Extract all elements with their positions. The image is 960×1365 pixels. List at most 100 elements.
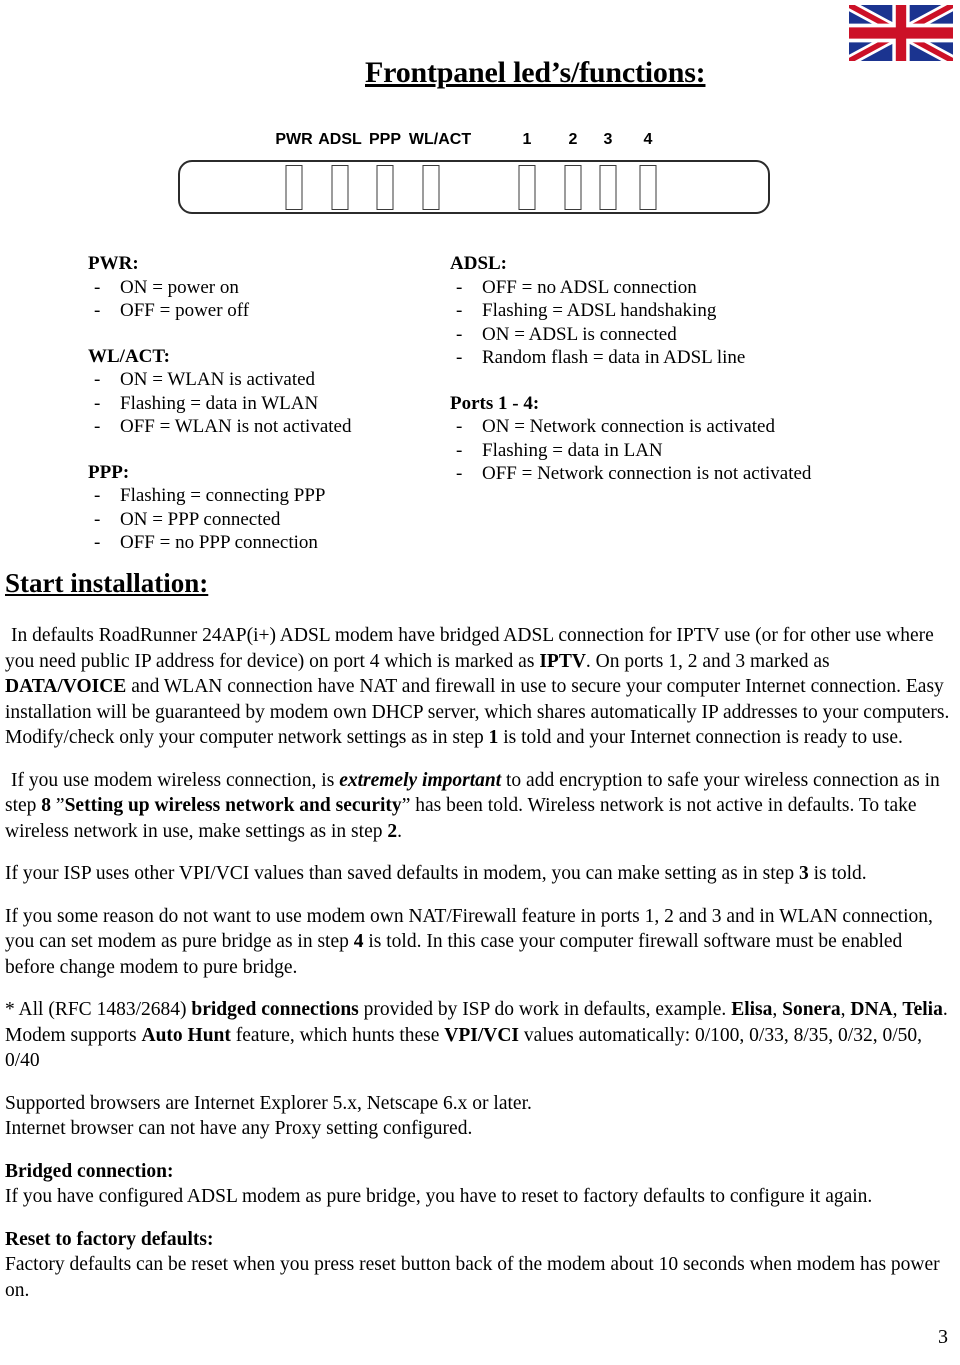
legend-item: - OFF = power off <box>88 299 428 323</box>
bullet-dash-icon: - <box>94 485 101 506</box>
text-bridged-connection: If you have configured ADSL modem as pur… <box>5 1186 873 1207</box>
led-label-1: 1 <box>522 131 532 148</box>
legend-heading-wl-act: WL/ACT: <box>88 345 170 367</box>
p3-bold-step3: 3 <box>798 863 809 884</box>
heading-reset-factory-defaults: Reset to factory defaults: <box>5 1228 214 1250</box>
legend-item: - ON = power on <box>88 276 428 300</box>
p2-bolditalic-extremely-important: extremely important <box>339 769 502 791</box>
legend-heading-pwr: PWR: <box>88 253 139 274</box>
legend-item-label: OFF = WLAN is not activated <box>120 416 352 437</box>
p1-bold-datavoice: DATA/VOICE <box>5 676 127 697</box>
led-label-wl-act: WL/ACT <box>408 131 472 148</box>
paragraph-defaults: In defaults RoadRunner 24AP(i+) ADSL mod… <box>5 623 955 751</box>
p5-bold-bridged-connections: bridged connections <box>191 999 359 1020</box>
p5-part2: provided by ISP do work in defaults, exa… <box>358 999 732 1020</box>
led-label-ppp: PPP <box>368 131 402 148</box>
p5-bold-telia: Telia <box>902 999 943 1020</box>
bullet-dash-icon: - <box>94 392 101 414</box>
bullet-dash-icon: - <box>456 300 463 321</box>
legend-item-label: OFF = Network connection is not activate… <box>482 463 812 484</box>
p2-part3: ” <box>51 795 65 816</box>
legend-item-label: ON = ADSL is connected <box>482 323 677 345</box>
p1-part2: . On ports 1, 2 and 3 marked as <box>585 650 830 672</box>
bullet-dash-icon: - <box>94 508 101 530</box>
legend-item-label: ON = WLAN is activated <box>120 369 316 390</box>
led-legend-left-column: PWR: - ON = power on - OFF = power off WL/ACT… <box>88 252 428 555</box>
legend-item: - ON = PPP connected <box>88 508 428 532</box>
led-legend-right-column: ADSL: - OFF = no ADSL connection - Flashing … <box>450 252 880 486</box>
legend-item-label: ON = Network connection is activated <box>482 416 775 437</box>
legend-item-label: OFF = power off <box>120 300 250 321</box>
legend-item: - OFF = WLAN is not activated <box>88 415 428 439</box>
legend-item: - OFF = Network connection is not activat… <box>450 462 880 486</box>
legend-item-label: Flashing = data in WLAN <box>120 392 319 414</box>
legend-item-label: OFF = no PPP connection <box>120 532 318 553</box>
p5-part4: , <box>840 999 851 1020</box>
bullet-dash-icon: - <box>94 300 101 321</box>
legend-item: - OFF = no ADSL connection <box>450 276 880 300</box>
led-ppp <box>376 165 394 210</box>
paragraph-rfc-bridged: * All (RFC 1483/2684) bridged connection… <box>5 997 955 1074</box>
led-label-adsl: ADSL <box>318 131 362 148</box>
p4-bold-step4: 4 <box>353 931 364 952</box>
bullet-dash-icon: - <box>456 347 463 368</box>
page-title: Frontpanel led’s/functions: <box>365 56 706 89</box>
p2-part5: . <box>397 820 402 842</box>
legend-item: - ON = ADSL is connected <box>450 323 880 347</box>
page-number: 3 <box>938 1326 948 1348</box>
browsers-line-2: Internet browser can not have any Proxy … <box>5 1118 473 1139</box>
union-jack-icon <box>849 5 953 61</box>
legend-item-label: ON = PPP connected <box>120 508 281 530</box>
legend-item-label: Random flash = data in ADSL line <box>482 347 746 368</box>
led-port-2 <box>564 165 582 210</box>
led-label-4: 4 <box>643 131 653 148</box>
p5-part3: , <box>772 999 783 1020</box>
legend-item-label: Flashing = connecting PPP <box>120 485 326 506</box>
p1-bold-step1: 1 <box>488 727 499 748</box>
legend-item: - ON = WLAN is activated <box>88 368 428 392</box>
bullet-dash-icon: - <box>94 276 101 298</box>
p1-bold-iptv: IPTV <box>539 650 586 672</box>
p5-bold-sonera: Sonera <box>782 999 841 1020</box>
p3-part1: If your ISP uses other VPI/VCI values th… <box>5 863 799 884</box>
modem-panel-outline <box>178 160 770 214</box>
legend-item-label: Flashing = data in LAN <box>482 439 663 461</box>
led-wlact <box>422 165 440 210</box>
led-label-pwr: PWR <box>275 131 313 148</box>
bullet-dash-icon: - <box>456 439 463 461</box>
led-port-3 <box>599 165 617 210</box>
led-port-1 <box>518 165 536 210</box>
p5-bold-elisa: Elisa <box>731 999 773 1020</box>
legend-item: - ON = Network connection is activated <box>450 415 880 439</box>
legend-item: - OFF = no PPP connection <box>88 531 428 555</box>
bullet-dash-icon: - <box>456 416 463 437</box>
section-title-start-installation: Start installation: <box>5 568 209 598</box>
p2-bold-step8: 8 <box>41 795 52 816</box>
uk-flag-image <box>849 5 953 61</box>
p5-bold-vpivci: VPI/VCI <box>444 1024 520 1046</box>
p1-part4: is told and your Internet connection is … <box>498 727 903 748</box>
installation-body-copy: In defaults RoadRunner 24AP(i+) ADSL mod… <box>5 623 955 1320</box>
p5-part1: * All (RFC 1483/2684) <box>5 999 192 1020</box>
bullet-dash-icon: - <box>456 276 463 298</box>
led-label-3: 3 <box>603 131 613 148</box>
p5-bold-auto-hunt: Auto Hunt <box>141 1024 231 1046</box>
led-label-2: 2 <box>568 131 578 148</box>
paragraph-wireless: If you use modem wireless connection, is… <box>5 768 955 845</box>
p2-part1: If you use modem wireless connection, is <box>11 769 340 791</box>
browsers-line-1: Supported browsers are Internet Explorer… <box>5 1092 532 1114</box>
bullet-dash-icon: - <box>94 416 101 437</box>
bullet-dash-icon: - <box>456 463 463 484</box>
legend-item: - Flashing = data in WLAN <box>88 392 428 416</box>
p2-bold-setting-up-wireless: Setting up wireless network and security <box>64 795 402 816</box>
heading-bridged-connection: Bridged connection: <box>5 1160 174 1182</box>
text-reset-factory-defaults: Factory defaults can be reset when you p… <box>5 1254 940 1301</box>
bullet-dash-icon: - <box>94 369 101 390</box>
legend-heading-ppp: PPP: <box>88 461 130 483</box>
legend-item: - Flashing = data in LAN <box>450 439 880 463</box>
legend-heading-adsl: ADSL: <box>450 253 508 274</box>
p2-bold-step2: 2 <box>387 820 398 842</box>
legend-item: - Flashing = ADSL handshaking <box>450 299 880 323</box>
p5-part5: , <box>892 999 903 1020</box>
legend-item-label: Flashing = ADSL handshaking <box>482 300 717 321</box>
